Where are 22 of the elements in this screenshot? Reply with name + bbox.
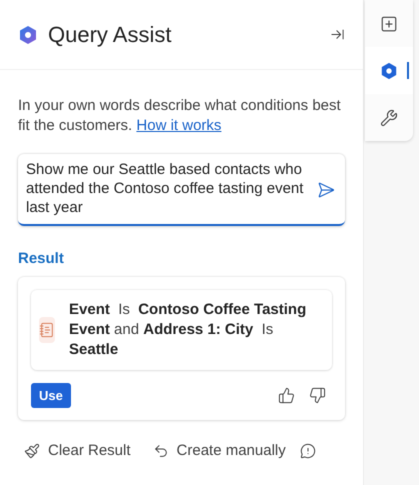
footer-action[interactable]: Create manually [152, 442, 286, 459]
side-tab[interactable] [365, 47, 413, 94]
collapse-panel-button[interactable] [330, 27, 345, 42]
thumbs-up-button[interactable] [278, 387, 295, 404]
document-icon [39, 317, 55, 343]
how-it-works-link[interactable]: How it works [136, 117, 222, 134]
wrench-icon [380, 108, 398, 126]
send-button[interactable] [317, 181, 335, 199]
query-field[interactable]: Show me our Seattle based contacts who attended the Contoso coffee tasting event last year [18, 154, 345, 226]
condition-text: Event Is Contoso Coffee Tasting Event and Address 1: City Is Seattle [69, 300, 308, 360]
hexagon-logo-icon [380, 62, 398, 80]
add-icon [380, 14, 398, 32]
use-button[interactable]: Use [31, 383, 71, 408]
app-logo-icon [18, 24, 38, 44]
footer-action[interactable]: Clear Result [24, 442, 131, 459]
result-heading: Result [18, 250, 65, 267]
feedback-icon[interactable] [300, 442, 316, 458]
panel-title: Query Assist [48, 22, 172, 48]
undo-icon [152, 442, 169, 458]
thumbs-down-button[interactable] [309, 387, 326, 404]
description-text: In your own words describe what conditions best fit the customers. How it works [18, 96, 342, 136]
broom-icon [24, 442, 40, 458]
